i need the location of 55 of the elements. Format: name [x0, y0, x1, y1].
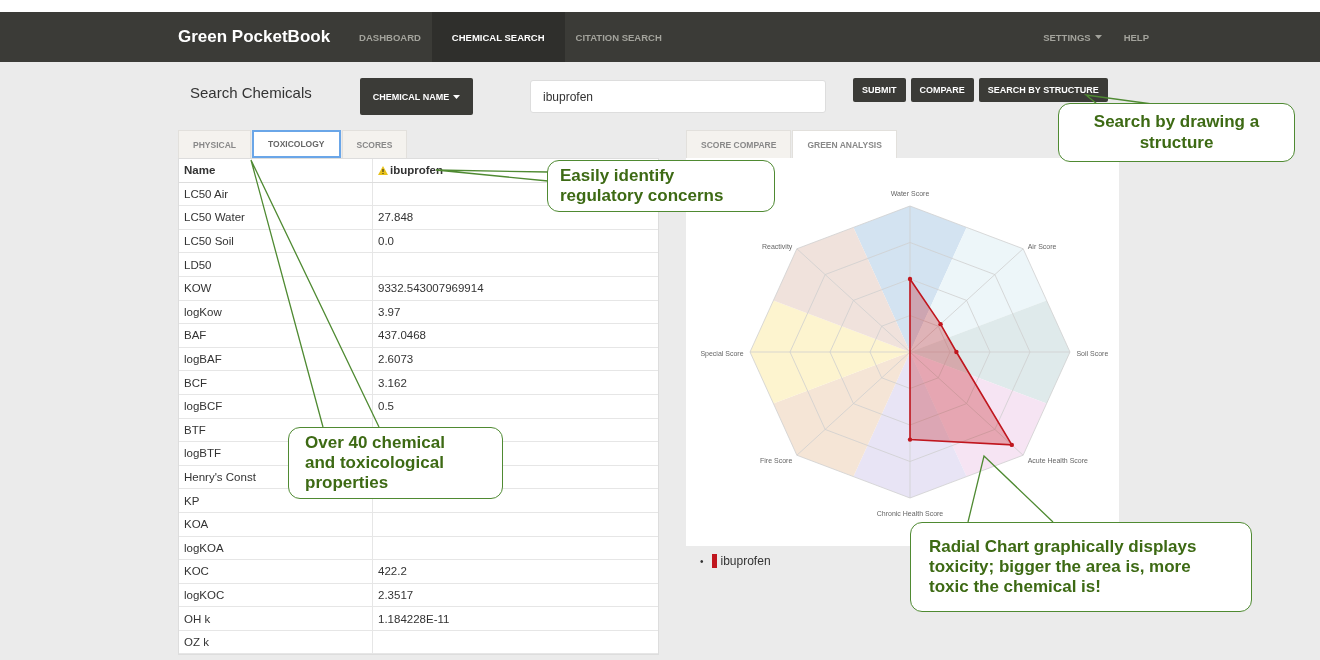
- bullet: •: [700, 555, 704, 567]
- property-name: logBCF: [179, 394, 373, 418]
- nav-link[interactable]: DASHBOARD: [348, 12, 432, 62]
- brand-logo[interactable]: Green PocketBook: [178, 12, 331, 62]
- property-name: OZ k: [179, 630, 373, 654]
- warning-icon: [378, 165, 388, 175]
- property-name: KOC: [179, 560, 373, 583]
- nav-link[interactable]: SETTINGS: [1032, 12, 1113, 62]
- property-name: LC50 Air: [179, 182, 373, 206]
- nav-link[interactable]: CITATION SEARCH: [564, 12, 673, 62]
- property-name: BAF: [179, 324, 373, 347]
- callout: Radial Chart graphically displays toxicity; bigger the area is, more toxic the chemical is!: [910, 522, 1252, 612]
- callout: Search by drawing a structure: [1058, 103, 1295, 162]
- property-value: 0.5: [378, 400, 394, 413]
- property-value: 27.848: [378, 211, 414, 224]
- caret-icon: [453, 95, 461, 100]
- property-name: logKOC: [179, 583, 373, 607]
- property-name: logKOA: [179, 536, 373, 560]
- property-value: 3.97: [378, 305, 401, 318]
- property-name: LC50 Water: [179, 206, 373, 229]
- property-value: 1.184228E-11: [378, 612, 450, 625]
- property-value: 2.6073: [378, 353, 414, 366]
- property-name: KOA: [179, 512, 373, 536]
- callout: Over 40 chemical and toxicological properties: [288, 427, 503, 499]
- tab[interactable]: TOXICOLOGY: [252, 130, 341, 158]
- property-value: 3.162: [378, 376, 407, 389]
- page-heading: Search Chemicals: [190, 84, 313, 101]
- nav-link[interactable]: CHEMICAL SEARCH: [431, 12, 565, 62]
- column-header: ibuprofen: [390, 164, 444, 177]
- tab[interactable]: SCORE COMPARE: [686, 130, 792, 158]
- tab[interactable]: PHYSICAL: [178, 130, 251, 158]
- tab[interactable]: SCORES: [341, 130, 408, 158]
- toolbar-button[interactable]: SUBMIT: [853, 78, 906, 102]
- property-value: 422.2: [378, 565, 407, 578]
- property-name: KOW: [179, 276, 373, 300]
- property-name: LD50: [179, 253, 373, 276]
- tab[interactable]: GREEN ANALYSIS: [792, 130, 897, 158]
- property-value: 437.0468: [378, 329, 426, 342]
- nav-link[interactable]: HELP: [1112, 12, 1160, 62]
- callout: Easily identify regulatory concerns: [547, 160, 775, 212]
- property-name: logKow: [179, 300, 373, 324]
- property-name: logBAF: [179, 347, 373, 371]
- property-name: LC50 Soil: [179, 229, 373, 253]
- caret-icon: [1094, 35, 1102, 39]
- property-name: OH k: [179, 607, 373, 630]
- column-header: Name: [179, 159, 373, 182]
- property-value: 2.3517: [378, 589, 414, 601]
- search-field[interactable]: ibuprofen: [530, 80, 826, 113]
- search-mode-dropdown[interactable]: CHEMICAL NAME: [360, 78, 473, 115]
- property-value: 9332.543007969914: [378, 282, 484, 295]
- property-name: BCF: [179, 371, 373, 394]
- toolbar-button[interactable]: COMPARE: [910, 78, 974, 102]
- toolbar-button[interactable]: SEARCH BY STRUCTURE: [978, 78, 1108, 102]
- legend-label: ibuprofen: [720, 554, 771, 568]
- property-value: 0.0: [378, 235, 394, 248]
